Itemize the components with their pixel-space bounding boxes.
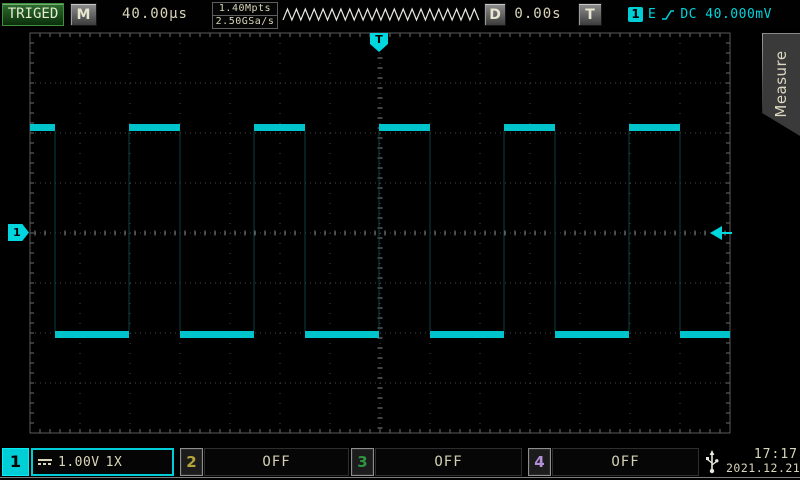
trigger-type-label: E — [648, 7, 656, 22]
rising-edge-icon — [661, 8, 675, 22]
clock: 17:17 2021.12.21 — [726, 448, 798, 476]
channel1-scale-readout: 1.00V — [58, 455, 100, 470]
acquisition-info: 1.40Mpts 2.50GSa/s — [212, 2, 278, 29]
channel-status-bar: 1 1.00V 1X 2 OFF 3 OFF 4 OFF — [0, 446, 800, 480]
ch1-trace-low — [180, 331, 254, 338]
channel2-button[interactable]: 2 — [180, 448, 203, 476]
memory-depth-readout: 1.40Mpts — [212, 2, 278, 16]
trigger-level-marker[interactable] — [710, 226, 732, 240]
waveform-preview-strip[interactable] — [282, 2, 480, 28]
horizontal-menu-button[interactable]: M — [70, 3, 97, 26]
channel3-settings[interactable]: OFF — [375, 448, 522, 476]
trigger-level-readout: DC 40.000mV — [680, 7, 772, 22]
channel3-state-label: OFF — [376, 449, 521, 475]
channel4-settings[interactable]: OFF — [552, 448, 699, 476]
channel1-settings[interactable]: 1.00V 1X — [31, 448, 174, 476]
dc-coupling-icon — [38, 459, 52, 465]
channel2-state-label: OFF — [205, 449, 348, 475]
measure-tab-label: Measure — [772, 34, 790, 134]
sample-rate-readout: 2.50GSa/s — [212, 15, 278, 29]
ch1-trace-low — [305, 331, 379, 338]
trigger-menu-button[interactable]: T — [578, 3, 602, 26]
oscilloscope-screen: TRIGED M 40.00μs 1.40Mpts 2.50GSa/s D 0.… — [0, 0, 800, 480]
ch1-trace-high — [254, 124, 305, 131]
date-readout: 2021.12.21 — [726, 462, 798, 475]
bottom-divider — [0, 477, 800, 478]
channel3-button[interactable]: 3 — [351, 448, 374, 476]
channel1-probe-readout: 1X — [106, 455, 123, 470]
ch1-trace-high — [30, 124, 55, 131]
trigger-status-badge: TRIGED — [2, 3, 64, 26]
ch1-trace-high — [629, 124, 680, 131]
trigger-info: 1 E DC 40.000mV — [628, 3, 772, 26]
ch1-trace-low — [430, 331, 504, 338]
channel4-button[interactable]: 4 — [528, 448, 551, 476]
ch1-trace-high — [504, 124, 555, 131]
channel2-settings[interactable]: OFF — [204, 448, 349, 476]
delay-menu-button[interactable]: D — [484, 3, 506, 26]
usb-icon — [705, 450, 719, 474]
top-status-bar: TRIGED M 40.00μs 1.40Mpts 2.50GSa/s D 0.… — [0, 0, 800, 30]
channel4-state-label: OFF — [553, 449, 698, 475]
ch1-trace-low — [555, 331, 629, 338]
channel1-button[interactable]: 1 — [2, 448, 29, 476]
graticule — [0, 30, 800, 448]
delay-readout: 0.00s — [506, 3, 570, 26]
trigger-source-channel-badge: 1 — [628, 7, 643, 22]
time-readout: 17:17 — [726, 448, 798, 462]
ch1-trace-high — [379, 124, 430, 131]
ch1-trace-low — [55, 331, 129, 338]
timebase-readout: 40.00μs — [100, 3, 210, 26]
preview-zigzag-icon — [282, 2, 480, 28]
waveform-display-area: T 1 Measure — [0, 30, 800, 448]
ch1-trace-low — [680, 331, 730, 338]
ch1-trace-high — [129, 124, 180, 131]
usb-status — [700, 448, 723, 476]
